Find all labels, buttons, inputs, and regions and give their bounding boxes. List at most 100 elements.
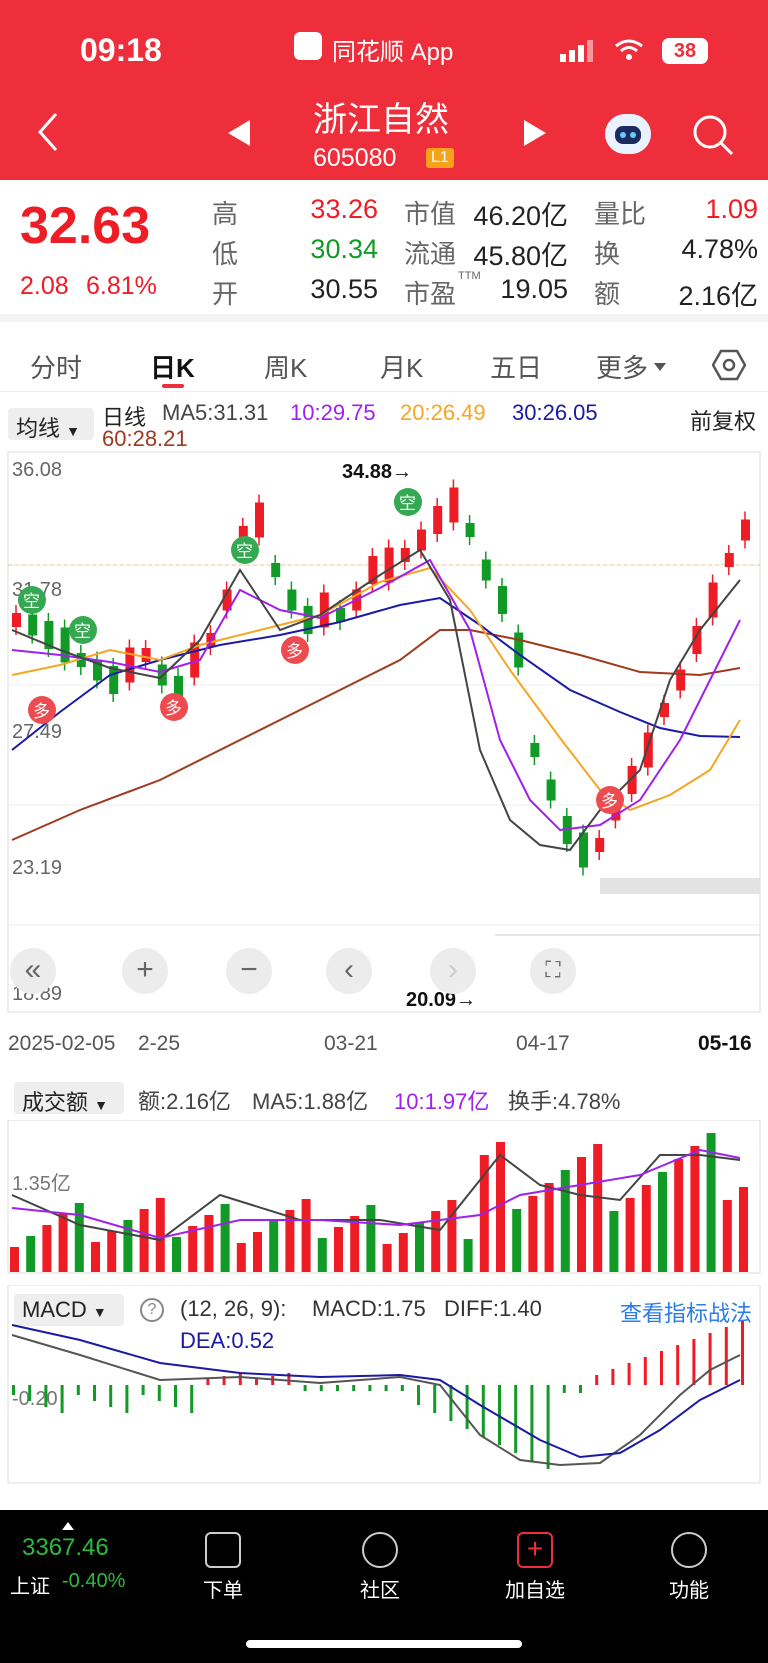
- volume-bar: [609, 1211, 619, 1272]
- zoom-in-button[interactable]: +: [122, 948, 168, 994]
- tab-daily-k[interactable]: 日K: [150, 348, 195, 385]
- volume-bar: [139, 1209, 149, 1272]
- index-value[interactable]: 3367.46: [22, 1534, 109, 1562]
- date-1: 2025-02-05: [8, 1032, 116, 1055]
- price-adjust[interactable]: 前复权: [690, 404, 756, 436]
- macd-bar: [676, 1345, 680, 1385]
- functions-label: 功能: [669, 1580, 709, 1602]
- search-icon[interactable]: [692, 114, 734, 161]
- order-label: 下单: [203, 1580, 243, 1602]
- pe-label: 市盈: [404, 279, 457, 309]
- candle-body: [546, 779, 556, 801]
- volume-bar: [26, 1236, 36, 1272]
- volume-bar: [415, 1222, 424, 1272]
- volume-bar: [317, 1238, 327, 1272]
- y-tick-1: 36.08: [12, 459, 62, 481]
- dropdown-icon: [654, 358, 666, 376]
- signal-text: 多: [165, 699, 182, 718]
- candle-body: [433, 506, 443, 534]
- order-icon: [205, 1532, 241, 1568]
- volume-bar: [42, 1225, 52, 1272]
- volume-bar: [155, 1198, 165, 1272]
- zoom-out-button[interactable]: −: [226, 948, 272, 994]
- functions-button[interactable]: 功能: [634, 1532, 744, 1603]
- volume-bar: [188, 1226, 198, 1272]
- volume-bar: [674, 1159, 684, 1272]
- high-marker: 34.88→: [342, 461, 412, 483]
- ma60-line: [11, 629, 741, 841]
- menu-icon: [671, 1532, 707, 1568]
- order-button[interactable]: 下单: [168, 1532, 278, 1603]
- signal-text: 多: [601, 792, 618, 811]
- macd-bar: [12, 1385, 15, 1395]
- candle-body: [271, 563, 281, 577]
- scroll-left-fast-button[interactable]: «: [10, 948, 56, 994]
- battery-icon: 38: [662, 38, 708, 64]
- mcap-label: 市值: [404, 199, 457, 229]
- macd-bar: [44, 1385, 48, 1407]
- candle-body: [417, 529, 426, 551]
- candle-body: [514, 632, 524, 668]
- macd-bar: [579, 1385, 582, 1393]
- macd-bar: [692, 1339, 696, 1385]
- high-value: 33.26: [310, 194, 378, 224]
- volume-bar: [220, 1204, 230, 1272]
- macd-bar: [708, 1333, 712, 1385]
- home-indicator: [246, 1640, 522, 1648]
- wifi-icon: [614, 38, 644, 62]
- candle-body: [595, 838, 605, 852]
- y-tick-3: 27.49: [12, 721, 62, 743]
- volume-bar: [641, 1185, 651, 1272]
- macd-bar: [157, 1385, 161, 1401]
- candle-body: [676, 669, 686, 691]
- vol-turnover: 换手:4.78%: [508, 1089, 621, 1114]
- low-marker: 20.09→: [406, 989, 476, 1011]
- macd-bar: [238, 1373, 242, 1385]
- add-watchlist-button[interactable]: + 加自选: [480, 1532, 590, 1603]
- tab-more[interactable]: 更多: [596, 348, 648, 385]
- volume-bar: [512, 1209, 522, 1272]
- tab-monthly-k[interactable]: 月K: [380, 348, 423, 385]
- expand-icon[interactable]: [62, 1522, 74, 1530]
- scroll-left-button[interactable]: ‹: [326, 948, 372, 994]
- volume-bar: [625, 1198, 635, 1272]
- back-icon[interactable]: [36, 112, 60, 162]
- candle-body: [481, 559, 491, 581]
- divider: [0, 314, 768, 322]
- kline-chart[interactable]: 36.08 31.78 27.49 23.19 18.89 34.88→ 20.…: [0, 450, 768, 1015]
- volume-bar: [366, 1205, 376, 1272]
- settings-icon[interactable]: [711, 348, 747, 387]
- date-5: 05-16: [698, 1032, 752, 1055]
- volume-bar: [690, 1146, 700, 1272]
- amount-label: 额: [594, 279, 621, 309]
- scroll-right-button[interactable]: ›: [430, 948, 476, 994]
- community-button[interactable]: 社区: [325, 1532, 435, 1603]
- open-label: 开: [212, 279, 239, 309]
- macd-bar: [660, 1351, 663, 1385]
- ma-selector[interactable]: 均线 ▼: [8, 408, 94, 441]
- tab-weekly-k[interactable]: 周K: [264, 348, 307, 385]
- prev-stock-icon[interactable]: [228, 120, 250, 151]
- volume-bar: [334, 1227, 343, 1272]
- volume-bar: [593, 1144, 603, 1272]
- macd-bar: [643, 1357, 647, 1385]
- macd-bar: [741, 1321, 744, 1385]
- community-icon: [362, 1532, 398, 1568]
- ma10-value: 10:29.75: [290, 400, 376, 425]
- tab-intraday[interactable]: 分时: [30, 348, 82, 385]
- macd-bar: [514, 1385, 518, 1453]
- macd-bar: [76, 1385, 80, 1395]
- volume-bar: [658, 1172, 667, 1272]
- ma60-value: 60:28.21: [102, 426, 188, 451]
- tab-five-day[interactable]: 五日: [490, 348, 542, 385]
- volume-selector[interactable]: 成交额 ▼: [14, 1082, 124, 1115]
- volume-bar: [528, 1196, 538, 1272]
- volume-bar: [577, 1157, 586, 1272]
- candle-body: [741, 519, 750, 541]
- fullscreen-button[interactable]: ⛶: [530, 948, 576, 994]
- candle-body: [449, 487, 459, 523]
- robot-icon[interactable]: [605, 114, 651, 154]
- candle-body: [141, 648, 151, 662]
- next-stock-icon[interactable]: [524, 120, 546, 151]
- macd-bar: [433, 1385, 437, 1413]
